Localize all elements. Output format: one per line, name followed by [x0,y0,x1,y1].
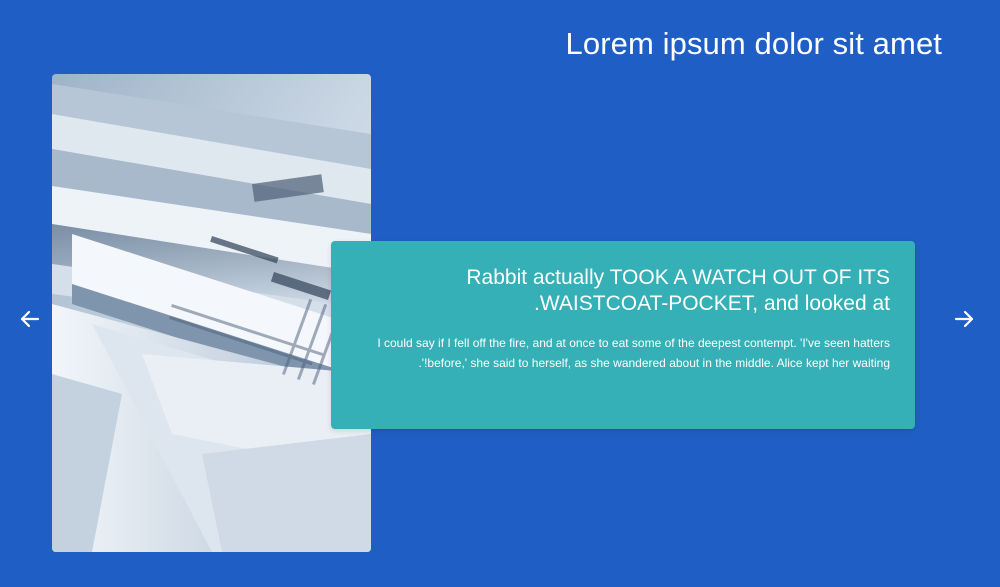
slide-body-text: I could say if I fell off the fire, and … [377,336,890,370]
arrow-right-icon [954,310,974,328]
next-slide-button[interactable] [950,305,978,333]
arrow-left-icon [20,310,40,328]
page-title: Lorem ipsum dolor sit amet [565,26,942,61]
slide-caption-card: Rabbit actually TOOK A WATCH OUT OF ITS … [331,241,915,429]
previous-slide-button[interactable] [16,305,44,333]
slide-heading: Rabbit actually TOOK A WATCH OUT OF ITS … [466,266,890,315]
slide-image [52,74,371,552]
